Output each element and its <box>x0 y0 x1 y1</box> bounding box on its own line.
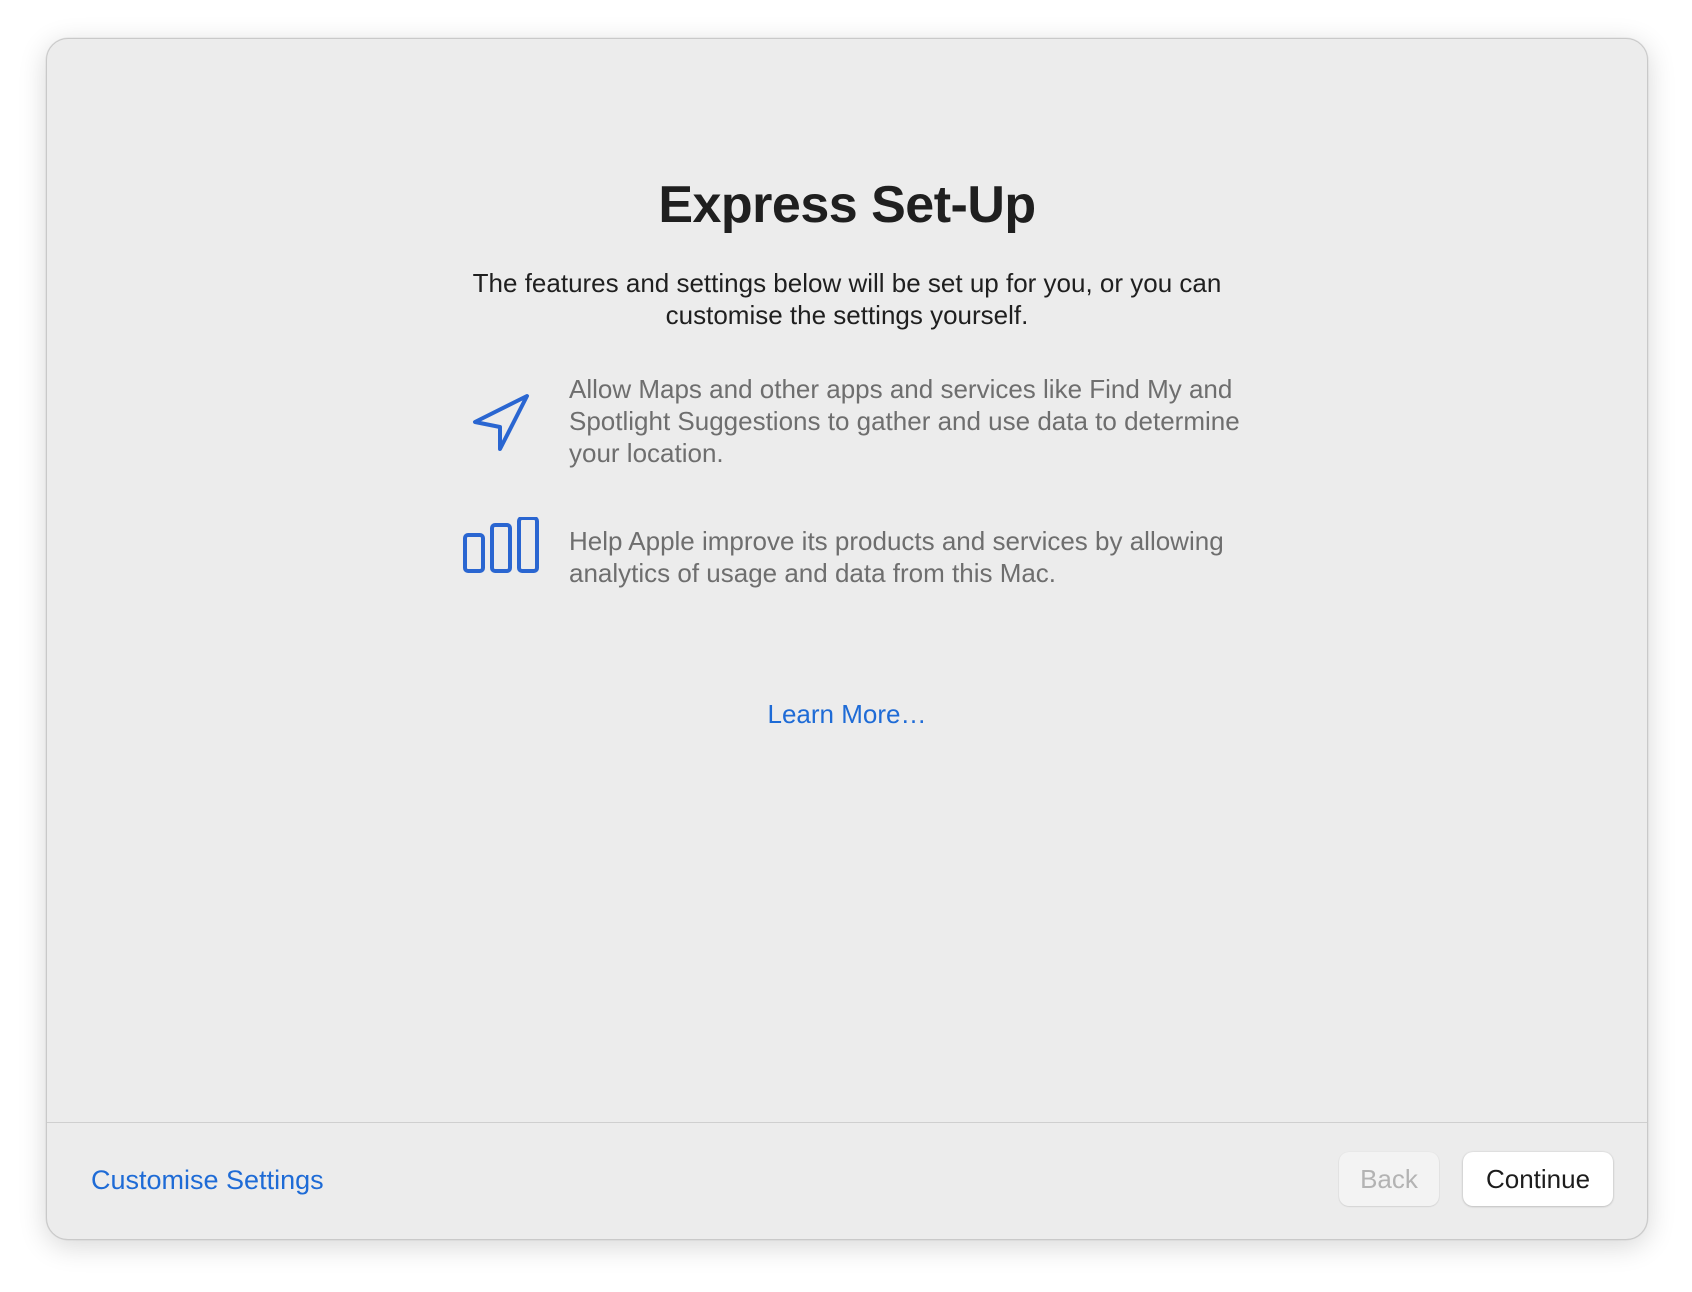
feature-location-text: Allow Maps and other apps and services l… <box>569 374 1240 468</box>
page-subtitle: The features and settings below will be … <box>472 268 1222 330</box>
page-title: Express Set-Up <box>658 176 1036 234</box>
location-arrow-icon <box>469 391 533 460</box>
learn-more-link[interactable]: Learn More… <box>768 699 927 729</box>
continue-button[interactable]: Continue <box>1463 1152 1613 1206</box>
customise-settings-link[interactable]: Customise Settings <box>91 1165 324 1196</box>
back-button[interactable]: Back <box>1339 1152 1439 1206</box>
analytics-bars-icon <box>463 516 543 582</box>
footer-bar: Customise Settings Back Continue <box>47 1122 1647 1239</box>
feature-analytics-text: Help Apple improve its products and serv… <box>569 526 1224 588</box>
learn-more-row: Learn More… <box>47 699 1647 730</box>
setup-window: Express Set-Up The features and settings… <box>46 38 1648 1240</box>
